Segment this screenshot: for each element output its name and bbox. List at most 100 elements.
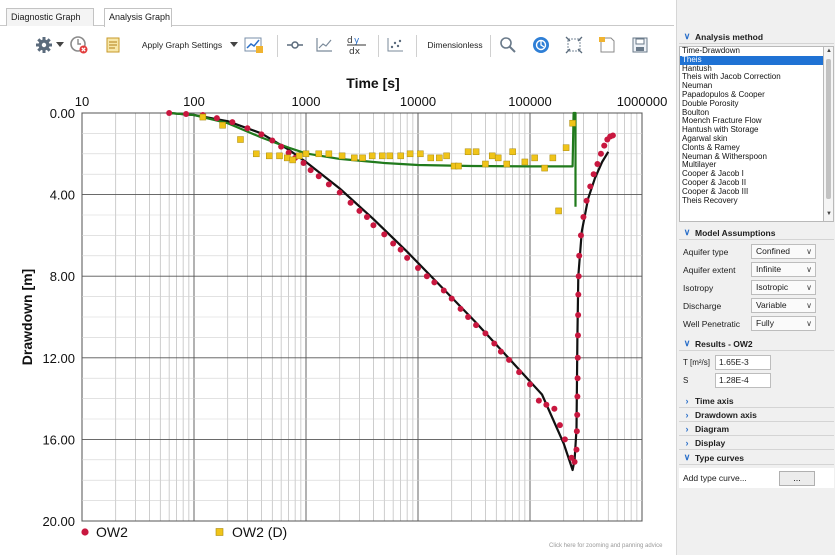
ow2d-data-point [494,154,502,162]
analysis-chart[interactable]: 10 100 1000 10000 100000 1000000 0.00 4.00 8.00 1… [0,63,674,555]
ow2-data-point [390,240,397,247]
ow2-data-point [244,125,251,132]
dimensionless-button[interactable]: Dimensionless [424,35,486,55]
scroll-up-icon[interactable]: ▲ [825,48,833,54]
y-axis-title: Drawdown [m] [19,269,35,365]
type-curves-title: Type curves [695,452,744,463]
analysis-graph-plot[interactable]: 10 100 1000 10000 100000 1000000 0.00 4.00 8.00 1… [0,63,674,555]
ow2d-data-point [555,207,562,215]
assumption-row-discharge: Discharge Variable ∨ [679,297,834,314]
y-tick-label: 16.00 [42,432,75,447]
ow2-data-point [415,265,421,272]
ow2d-data-point [541,164,548,172]
zoom-icon[interactable] [498,35,518,55]
time-axis-header[interactable]: › Time axis [679,394,834,408]
chevron-right-icon: › [685,395,689,406]
legend-label-ow2: OW2 [96,524,128,540]
drawdown-axis-header[interactable]: › Drawdown axis [679,408,834,422]
discharge-select[interactable]: Variable ∨ [751,298,816,313]
display-header[interactable]: › Display [679,436,834,450]
y-tick-label: 0.00 [50,106,75,121]
chevron-down-icon: ∨ [806,283,812,292]
ow2-data-point [574,375,581,382]
ow2-data-point [356,207,363,214]
ow2d-data-point [283,154,291,162]
note-icon[interactable] [597,35,617,55]
ow2-data-point [577,232,584,239]
legend-marker-ow2 [81,528,89,536]
section-title: Drawdown axis [695,409,757,420]
analysis-method-list[interactable]: Time-Drawdown Theis Hantush Theis with Jaco… [679,46,824,222]
reset-clock-icon[interactable] [68,35,90,55]
notes-icon[interactable] [103,35,123,55]
apply-graph-settings-button[interactable]: Apply Graph Settings [136,35,228,55]
ow2d-data-point [503,160,510,168]
ow2-data-point [315,173,322,180]
ow2-data-point [516,369,523,376]
dropdown-arrow-icon[interactable] [230,35,238,55]
y-tick-label: 12.00 [42,351,75,366]
storativity-field[interactable]: 1.28E-4 [715,373,771,388]
ow2d-data-point [482,160,489,168]
chevron-down-icon: ∨ [806,265,812,274]
y-tick-label: 4.00 [50,188,75,203]
tab-bar: Diagnostic Graph Analysis Graph [0,0,674,27]
assumption-label: Well Penetratic [683,318,741,329]
results-header[interactable]: ∨ Results - OW2 [679,337,834,351]
ow2-data-point [574,411,581,418]
ow2-data-point [336,189,343,196]
zoom-pan-hint[interactable]: Click here for zooming and panning advic… [549,543,663,549]
dropdown-arrow-icon[interactable] [56,35,64,55]
x-axis-title: Time [s] [346,75,399,91]
aquifer-type-select[interactable]: Confined ∨ [751,244,816,259]
derivative-icon[interactable]: d y dx [345,35,369,55]
section-title: Time axis [695,395,734,406]
type-curves-header[interactable]: ∨ Type curves [679,451,834,465]
assumption-label: Aquifer type [683,246,729,257]
well-penetration-select[interactable]: Fully ∨ [751,316,816,331]
model-assumptions-header[interactable]: ∨ Model Assumptions [679,226,834,240]
chevron-right-icon: › [685,423,689,434]
ow2-data-point [594,161,601,167]
add-type-curve-button[interactable]: ... [779,470,815,486]
isotropy-select[interactable]: Isotropic ∨ [751,280,816,295]
result-row-s: S 1.28E-4 [679,372,834,389]
scatter-icon[interactable] [385,35,405,55]
x-tick-label: 100000 [508,94,551,109]
method-list-scrollbar[interactable]: ▲ ▼ [824,46,834,222]
graph-settings-icon[interactable] [243,35,265,55]
tab-analysis-graph[interactable]: Analysis Graph [104,8,172,27]
x-tick-label: 1000000 [617,94,668,109]
export-icon[interactable] [630,35,650,55]
tab-diagnostic-graph[interactable]: Diagnostic Graph [6,8,94,26]
add-type-curve-label: Add type curve... [683,473,747,483]
diagram-header[interactable]: › Diagram [679,422,834,436]
ow2d-data-point [338,152,346,160]
line-marker-icon[interactable] [285,35,305,55]
gear-icon[interactable] [34,35,54,55]
aquifer-extent-select[interactable]: Infinite ∨ [751,262,816,277]
scroll-thumb[interactable] [826,59,831,199]
zoom-extent-icon[interactable] [564,35,584,55]
ow2d-data-point [386,152,394,160]
transmissivity-field[interactable]: 1.65E-3 [715,355,771,370]
ow2d-data-point [266,152,273,160]
y-tick-label: 20.00 [42,514,75,529]
scroll-down-icon[interactable]: ▼ [825,211,833,217]
model-assumptions-title: Model Assumptions [695,227,776,238]
legend-marker-ow2d [215,528,224,536]
ow2-data-point [571,458,578,465]
ow2d-data-point [199,113,207,121]
method-item[interactable]: Theis Recovery [680,196,823,206]
section-title: Display [695,437,726,448]
x-tick-label: 10 [75,94,89,109]
fit-icon[interactable] [531,35,551,55]
ow2-data-point [556,422,563,429]
chevron-right-icon: › [685,437,689,448]
ow2d-data-point [406,150,414,158]
ow2-data-point [381,231,388,238]
analysis-method-header[interactable]: ∨ Analysis method [679,30,834,44]
ow2-data-point [307,167,314,174]
chart-icon[interactable] [314,35,334,55]
ow2-data-point [574,354,581,361]
